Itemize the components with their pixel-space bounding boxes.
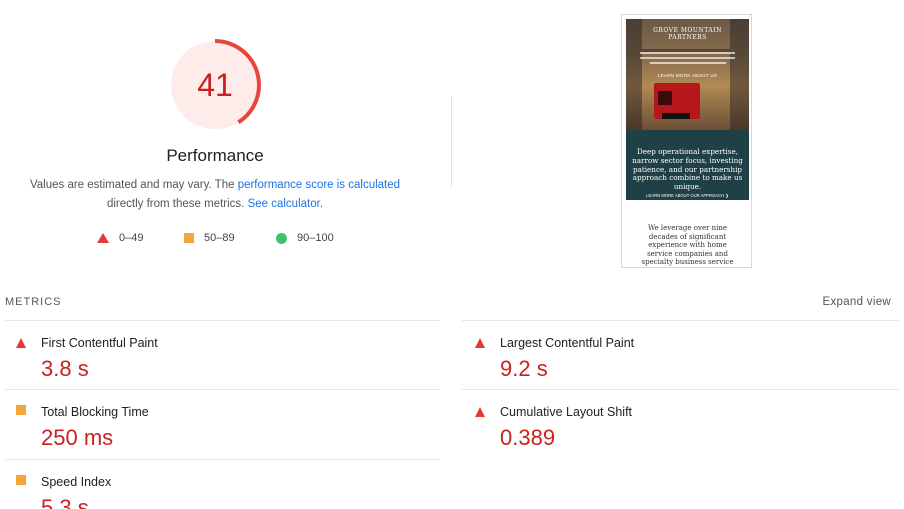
- metric-value: 0.389: [500, 425, 556, 450]
- body-text: We leverage over nine decades of signifi…: [641, 224, 734, 267]
- metric-cumulative-layout-shift: Cumulative Layout Shift 0.389: [464, 399, 884, 467]
- metric-name: Total Blocking Time: [41, 405, 149, 419]
- metric-value: 5.3 s: [41, 495, 89, 509]
- metric-name: Speed Index: [41, 475, 112, 489]
- hero-image: GROVE MOUNTAIN PARTNERS LEARN MORE ABOUT…: [626, 19, 749, 130]
- metric-total-blocking-time: Total Blocking Time 250 ms: [5, 399, 425, 467]
- metric-largest-contentful-paint: Largest Contentful Paint 9.2 s: [464, 330, 884, 398]
- legend-pass-label: 90–100: [297, 232, 334, 244]
- page-screenshot-thumbnail[interactable]: GROVE MOUNTAIN PARTNERS LEARN MORE ABOUT…: [621, 14, 752, 268]
- metric-name: Cumulative Layout Shift: [500, 405, 633, 419]
- performance-score: 41: [197, 67, 233, 103]
- metric-value: 3.8 s: [41, 356, 89, 381]
- orange-square-icon: [184, 233, 194, 243]
- divider: [462, 320, 899, 321]
- divider: [5, 459, 440, 460]
- orange-square-icon: [16, 475, 26, 485]
- performance-score-link[interactable]: performance score is calculated: [238, 179, 400, 191]
- teal-band: Deep operational expertise, narrow secto…: [626, 130, 749, 200]
- hero-text-lines: [640, 52, 735, 67]
- divider: [5, 389, 440, 390]
- legend-fail: 0–49: [97, 232, 143, 244]
- performance-title: Performance: [166, 146, 264, 165]
- red-triangle-icon: [475, 407, 485, 417]
- metric-first-contentful-paint: First Contentful Paint 3.8 s: [5, 330, 425, 398]
- metric-name: Largest Contentful Paint: [500, 336, 635, 350]
- metrics-heading: METRICS: [5, 296, 62, 308]
- desc-prefix: Values are estimated and may vary. The: [29, 179, 238, 191]
- legend-average: 50–89: [184, 232, 235, 244]
- legend-pass: 90–100: [276, 232, 334, 244]
- brand-logo-text: GROVE MOUNTAIN PARTNERS: [653, 27, 722, 41]
- desc-suffix: .: [319, 198, 324, 210]
- orange-square-icon: [16, 405, 26, 415]
- metric-speed-index: Speed Index 5.3 s: [5, 469, 425, 509]
- green-circle-icon: [276, 232, 287, 244]
- divider: [462, 389, 899, 390]
- divider: [5, 320, 440, 321]
- red-triangle-icon: [97, 233, 109, 243]
- legend-average-label: 50–89: [204, 232, 235, 244]
- red-triangle-icon: [16, 338, 26, 348]
- see-calculator-link[interactable]: See calculator: [248, 198, 320, 210]
- vertical-divider: [451, 96, 452, 188]
- forklift-image: [654, 83, 700, 119]
- hero-cta: LEARN MORE ABOUT US: [657, 73, 718, 78]
- performance-gauge: 41: [169, 39, 261, 131]
- performance-description: Values are estimated and may vary. The p…: [20, 176, 410, 214]
- band-text: Deep operational expertise, narrow secto…: [632, 147, 743, 192]
- legend-fail-label: 0–49: [119, 232, 144, 244]
- desc-middle: directly from these metrics.: [106, 198, 248, 210]
- metric-name: First Contentful Paint: [41, 336, 158, 350]
- metric-value: 9.2 s: [500, 356, 548, 381]
- expand-view-toggle[interactable]: Expand view: [822, 296, 891, 308]
- red-triangle-icon: [475, 338, 485, 348]
- metric-value: 250 ms: [41, 425, 114, 450]
- band-link: LEARN MORE ABOUT OUR APPROACH ❯: [646, 193, 729, 198]
